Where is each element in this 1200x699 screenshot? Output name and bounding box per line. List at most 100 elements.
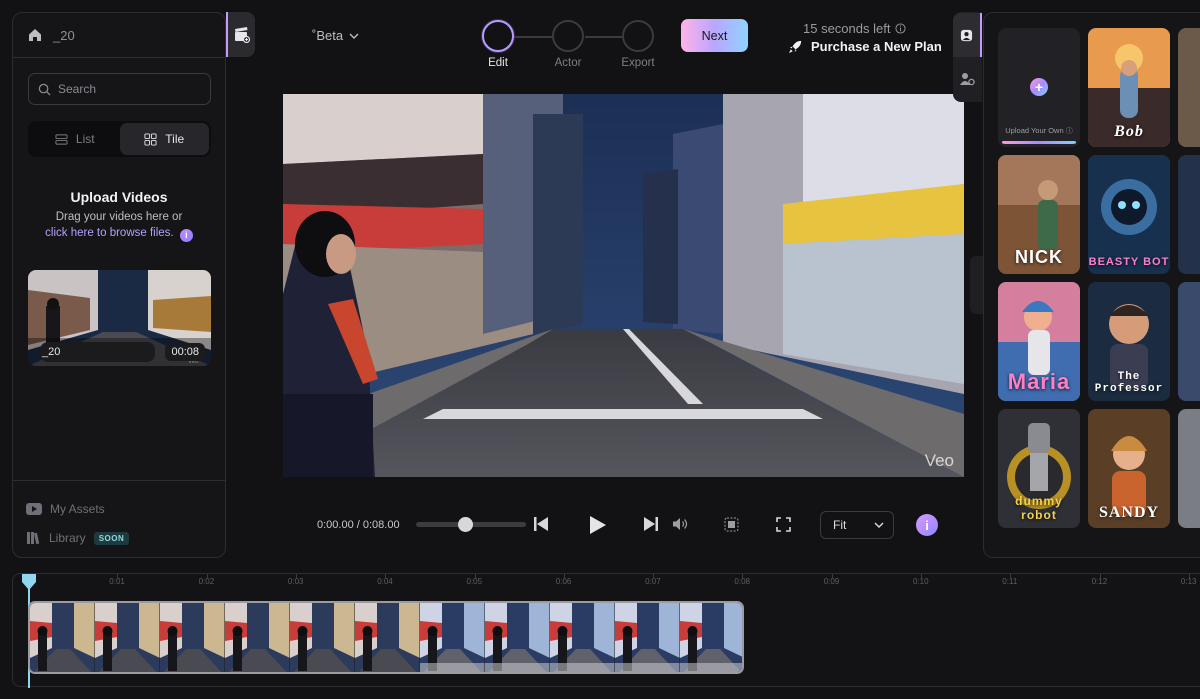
video-preview[interactable]: Veo	[283, 94, 964, 477]
clip-frame	[225, 603, 291, 672]
time-remaining: 15 seconds left	[803, 21, 906, 36]
clip-frame	[95, 603, 161, 672]
skip-forward-icon	[644, 517, 658, 531]
actor-card[interactable]: BEASTY BOT	[1088, 155, 1170, 274]
user-gear-icon	[960, 73, 975, 86]
clip-frame	[615, 603, 681, 672]
search-input[interactable]: Search	[28, 73, 211, 105]
actor-name: BEASTY BOT	[1088, 256, 1170, 268]
library-link[interactable]: Library SOON	[26, 531, 130, 545]
timeline-tick-label: 0:02	[198, 577, 215, 586]
clip-panel-toggle[interactable]	[226, 12, 255, 57]
actor-card[interactable]: The Professor	[1088, 282, 1170, 401]
time-display: 0:00.00 / 0:08.00	[317, 519, 400, 531]
upload-line: Drag your videos here or	[55, 211, 183, 223]
clip-frame	[550, 603, 616, 672]
soon-badge: SOON	[93, 531, 130, 545]
upload-accent-bar	[1002, 141, 1076, 144]
upload-instructions: Drag your videos here or click here to b…	[13, 209, 225, 242]
timeline[interactable]: 0:01 0:02 0:03 0:04 0:05 0:06 0:07 0:08 0:09 0:10…	[12, 573, 1200, 688]
actor-card[interactable]: SANDY	[1088, 409, 1170, 528]
user-icon	[960, 29, 973, 41]
time-remaining-label: 15 seconds left	[803, 21, 891, 36]
youtube-icon	[26, 503, 42, 515]
left-panel-footer: My Assets Library SOON	[13, 480, 225, 545]
skip-start-button[interactable]	[532, 515, 550, 533]
step-export-label: Export	[621, 57, 655, 69]
timeline-tick-label: 0:05	[466, 577, 483, 586]
clip-frame	[355, 603, 421, 672]
browse-files-link[interactable]: click here to browse files.	[45, 227, 173, 239]
actor-name: dummy robot	[1015, 494, 1063, 522]
purchase-plan-link[interactable]: Purchase a New Plan	[788, 39, 942, 54]
timeline-tick-label: 0:09	[823, 577, 840, 586]
actor-name: Maria	[1007, 369, 1071, 394]
step-export[interactable]	[622, 20, 654, 52]
actor-card[interactable]: NICK	[998, 155, 1080, 274]
view-toggle: List Tile	[28, 121, 211, 157]
grid-icon	[144, 132, 157, 146]
skip-back-icon	[534, 517, 548, 531]
skip-end-button[interactable]	[642, 515, 660, 533]
actor-panel: + Upload Your Own ⓘ Bob NICK BEASTY BOT …	[983, 12, 1200, 558]
timeline-clip[interactable]	[28, 601, 744, 674]
clip-frame	[680, 603, 742, 672]
my-assets-link[interactable]: My Assets	[26, 502, 105, 516]
step-edit[interactable]	[482, 20, 514, 52]
project-name: _20	[53, 27, 75, 43]
play-icon	[590, 516, 606, 534]
version-dropdown[interactable]: ˚Beta	[312, 28, 359, 43]
info-icon[interactable]: i	[179, 228, 193, 242]
clip-frame	[290, 603, 356, 672]
view-list-button[interactable]: List	[30, 123, 120, 155]
scrub-slider[interactable]	[416, 517, 526, 532]
volume-button[interactable]	[671, 516, 689, 532]
actor-card[interactable]	[1178, 155, 1200, 274]
progress-stepper: Edit Actor Export	[480, 19, 660, 71]
actor-card[interactable]: dummy robot	[998, 409, 1080, 528]
step-connector	[515, 36, 552, 38]
tab-user-settings[interactable]	[953, 57, 982, 101]
upload-actor-card[interactable]: + Upload Your Own ⓘ	[998, 28, 1080, 147]
timeline-tick-label: 0:06	[555, 577, 572, 586]
scrub-knob[interactable]	[458, 517, 473, 532]
home-icon[interactable]	[27, 27, 43, 43]
panel-resize-handle[interactable]	[970, 256, 983, 314]
rocket-icon	[788, 40, 802, 54]
tab-actors[interactable]	[953, 13, 982, 57]
plus-icon: +	[1030, 78, 1048, 96]
timeline-tick-label: 0:04	[377, 577, 393, 586]
step-actor[interactable]	[552, 20, 584, 52]
upload-title: Upload Videos	[70, 189, 168, 205]
library-label: Library	[49, 531, 86, 545]
timeline-tick-label: 0:13	[1180, 577, 1197, 586]
actor-card[interactable]: Bob	[1088, 28, 1170, 147]
view-tile-button[interactable]: Tile	[119, 123, 209, 155]
actor-card[interactable]: Maria	[998, 282, 1080, 401]
view-tile-label: Tile	[165, 132, 185, 146]
chevron-down-icon	[874, 522, 884, 528]
next-button[interactable]: Next	[681, 19, 748, 52]
timeline-tick-label: 0:01	[109, 577, 125, 586]
video-thumbnail-card[interactable]: Veo _20 00:08	[28, 270, 211, 366]
fullscreen-icon	[776, 517, 791, 532]
preview-watermark: Veo	[924, 451, 954, 470]
timeline-tick-label: 0:07	[645, 577, 661, 586]
actor-card[interactable]	[1178, 409, 1200, 528]
info-button[interactable]: i	[916, 514, 938, 536]
upload-own-label: Upload Your Own ⓘ	[1005, 126, 1073, 135]
actor-card[interactable]	[1178, 28, 1200, 147]
play-button[interactable]	[588, 514, 608, 536]
actor-name: The Professor	[1094, 371, 1164, 395]
video-info-bar: _20 00:08	[28, 338, 211, 366]
fullscreen-button[interactable]	[775, 516, 792, 533]
search-placeholder: Search	[58, 82, 97, 96]
timeline-tick-label: 0:03	[287, 577, 304, 586]
fit-value: Fit	[833, 518, 847, 532]
info-icon[interactable]	[895, 23, 906, 34]
fit-dropdown[interactable]: Fit	[820, 511, 894, 539]
project-header: _20	[13, 13, 225, 58]
actor-card[interactable]	[1178, 282, 1200, 401]
clip-frame	[420, 603, 486, 672]
screenshot-button[interactable]	[723, 516, 740, 533]
